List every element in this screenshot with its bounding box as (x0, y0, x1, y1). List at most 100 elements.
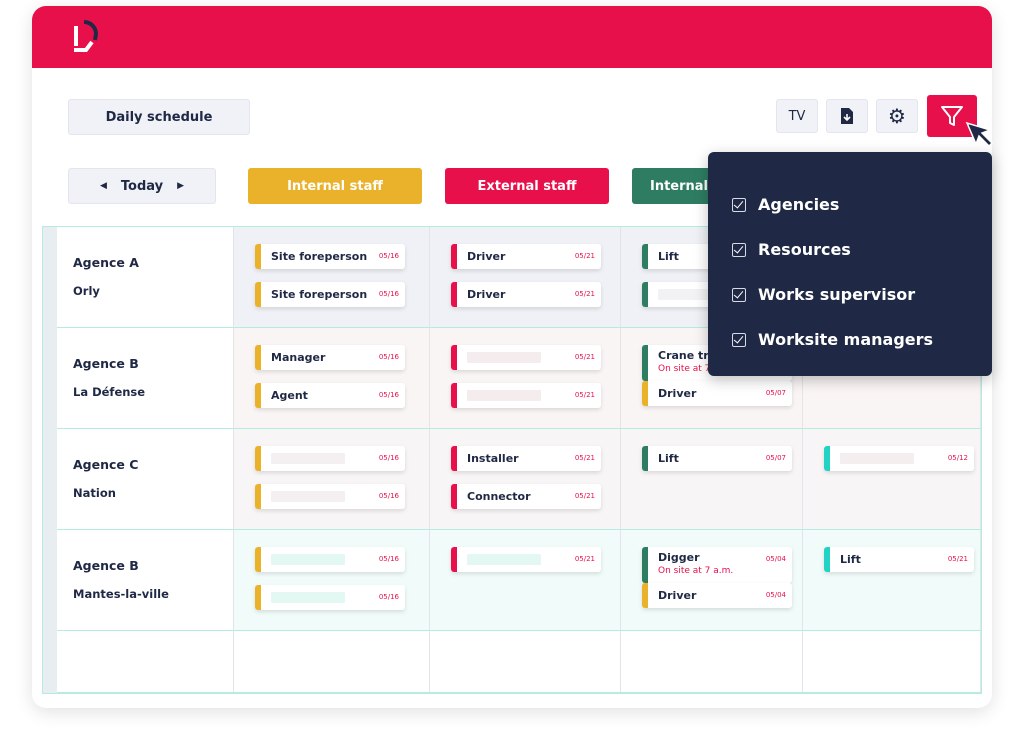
checkbox-checked-icon[interactable] (732, 332, 746, 347)
event-title: Site foreperson (271, 288, 368, 301)
event-card[interactable]: 05/21 (451, 383, 601, 408)
event-type-marker (451, 547, 457, 572)
event-card[interactable]: Site foreperson 05/16 (255, 282, 405, 307)
event-type-marker (255, 244, 261, 269)
tab-internal-staff[interactable]: Internal staff (248, 168, 422, 204)
tv-button[interactable]: TV (776, 99, 818, 133)
schedule-cell[interactable]: Lift 05/07 (621, 429, 803, 530)
event-card[interactable]: 05/12 (824, 446, 974, 471)
schedule-cell[interactable]: Digger On site at 7 a.m. 05/04 Driver 05/04 (621, 530, 803, 631)
agency-cell: Agence C Nation (57, 429, 234, 530)
filter-option[interactable]: Worksite managers (708, 317, 992, 362)
event-title: Driver (658, 589, 697, 602)
event-card[interactable]: 05/16 (255, 585, 405, 610)
event-date: 05/21 (574, 454, 595, 462)
agency-name: Agence B (73, 558, 139, 573)
today-button[interactable]: Today (121, 179, 163, 194)
agency-cell: Agence B Mantes-la-ville (57, 530, 234, 631)
event-card[interactable]: Digger On site at 7 a.m. 05/04 (642, 547, 792, 583)
daily-schedule-label: Daily schedule (105, 109, 213, 125)
event-card[interactable]: Driver 05/07 (642, 381, 792, 406)
event-card[interactable]: 05/16 (255, 446, 405, 471)
event-type-marker (642, 446, 648, 471)
filter-option[interactable]: Resources (708, 227, 992, 272)
event-card[interactable]: Driver 05/21 (451, 282, 601, 307)
d-logo-icon (74, 20, 99, 52)
event-type-marker (642, 345, 648, 381)
agency-location: Orly (73, 284, 100, 298)
event-card[interactable]: Driver 05/04 (642, 583, 792, 608)
schedule-cell[interactable]: 05/16 05/16 (234, 530, 430, 631)
row-gutter (43, 530, 57, 631)
empty-cell[interactable] (234, 631, 430, 693)
event-title: Driver (467, 288, 506, 301)
event-card[interactable]: Agent 05/16 (255, 383, 405, 408)
schedule-cell[interactable]: 05/21 05/21 (430, 328, 621, 429)
filter-menu: Agencies Resources Works supervisor Worksit… (708, 152, 992, 376)
schedule-cell[interactable]: 05/16 05/16 (234, 429, 430, 530)
event-card[interactable]: Lift 05/07 (642, 446, 792, 471)
event-card[interactable]: Installer 05/21 (451, 446, 601, 471)
filter-option[interactable]: Agencies (708, 182, 992, 227)
event-placeholder (271, 554, 345, 565)
checkbox-checked-icon[interactable] (732, 197, 746, 212)
event-date: 05/21 (574, 252, 595, 260)
event-date: 05/16 (378, 353, 399, 361)
empty-cell[interactable] (57, 631, 234, 693)
agency-location: Nation (73, 486, 116, 500)
event-card[interactable]: Site foreperson 05/16 (255, 244, 405, 269)
schedule-cell[interactable]: Installer 05/21 Connector 05/21 (430, 429, 621, 530)
gear-icon: ⚙ (888, 104, 906, 128)
agency-cell: Agence B La Défense (57, 328, 234, 429)
agency-name: Agence A (73, 255, 139, 270)
row-gutter (43, 429, 57, 530)
agency-cell: Agence A Orly (57, 227, 234, 328)
event-type-marker (255, 484, 261, 509)
event-type-marker (451, 446, 457, 471)
chevron-right-icon[interactable]: ▶ (177, 181, 184, 191)
event-date: 05/21 (947, 555, 968, 563)
date-navigator[interactable]: ◀ Today ▶ (68, 168, 216, 204)
event-date: 05/16 (378, 593, 399, 601)
empty-cell[interactable] (430, 631, 621, 693)
event-type-marker (642, 244, 648, 269)
mouse-cursor-icon (965, 121, 994, 148)
event-placeholder (467, 352, 541, 363)
chevron-left-icon[interactable]: ◀ (100, 181, 107, 191)
event-type-marker (255, 446, 261, 471)
event-placeholder (271, 592, 345, 603)
event-card[interactable]: Manager 05/16 (255, 345, 405, 370)
tab-external-staff[interactable]: External staff (445, 168, 609, 204)
event-type-marker (824, 446, 830, 471)
event-card[interactable]: Connector 05/21 (451, 484, 601, 509)
schedule-cell[interactable]: Lift 05/21 (803, 530, 981, 631)
event-card[interactable]: 05/21 (451, 345, 601, 370)
event-type-marker (255, 345, 261, 370)
empty-cell[interactable] (803, 631, 981, 693)
schedule-cell[interactable]: 05/12 (803, 429, 981, 530)
schedule-cell[interactable]: Manager 05/16 Agent 05/16 (234, 328, 430, 429)
event-title: Lift (840, 553, 861, 566)
schedule-cell[interactable]: Site foreperson 05/16 Site foreperson 05/16 (234, 227, 430, 328)
settings-button[interactable]: ⚙ (876, 99, 918, 133)
event-date: 05/16 (378, 454, 399, 462)
event-card[interactable]: Lift 05/21 (824, 547, 974, 572)
event-placeholder (467, 554, 541, 565)
event-card[interactable]: 05/16 (255, 547, 405, 572)
event-type-marker (451, 282, 457, 307)
empty-cell[interactable] (621, 631, 803, 693)
top-bar (32, 6, 992, 68)
event-date: 05/12 (947, 454, 968, 462)
event-card[interactable]: 05/16 (255, 484, 405, 509)
schedule-cell[interactable]: Driver 05/21 Driver 05/21 (430, 227, 621, 328)
event-card[interactable]: Driver 05/21 (451, 244, 601, 269)
export-button[interactable] (826, 99, 868, 133)
daily-schedule-button[interactable]: Daily schedule (68, 99, 250, 135)
event-card[interactable]: 05/21 (451, 547, 601, 572)
event-date: 05/16 (378, 492, 399, 500)
agency-location: La Défense (73, 385, 146, 399)
checkbox-checked-icon[interactable] (732, 287, 746, 302)
schedule-cell[interactable]: 05/21 (430, 530, 621, 631)
filter-option[interactable]: Works supervisor (708, 272, 992, 317)
checkbox-checked-icon[interactable] (732, 242, 746, 257)
